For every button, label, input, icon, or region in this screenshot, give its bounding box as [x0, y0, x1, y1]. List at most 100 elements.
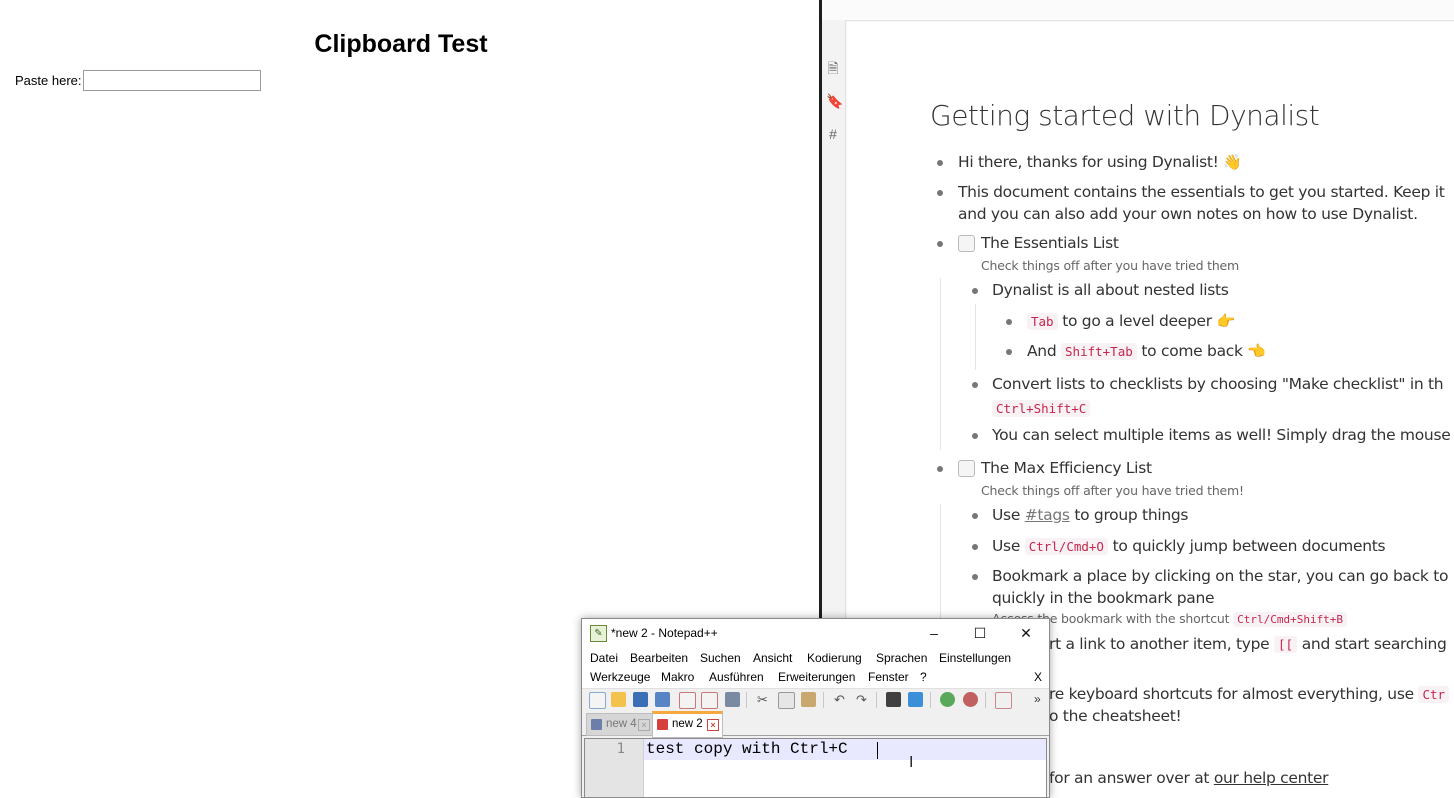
bullet[interactable] [972, 544, 978, 550]
shortcut-code: Ctrl/Cmd+O [1025, 538, 1108, 555]
item-note[interactable]: Check things off after you have tried th… [981, 258, 1239, 273]
item-text: rt a link to another item, type [1049, 635, 1269, 653]
list-item-line[interactable]: Bookmark a place by clicking on the star… [992, 567, 1448, 585]
list-item[interactable]: You can select multiple items as well! S… [992, 426, 1450, 444]
menu-erweiterungen[interactable]: Erweiterungen [778, 670, 855, 684]
close-icon[interactable] [679, 692, 696, 709]
tab-close-icon[interactable]: × [707, 719, 719, 731]
toolbar-separator [985, 692, 986, 708]
save-all-icon[interactable] [655, 692, 670, 707]
menu-ansicht[interactable]: Ansicht [753, 651, 792, 665]
menu-sprachen[interactable]: Sprachen [876, 651, 927, 665]
paste-icon[interactable] [801, 692, 816, 707]
bullet[interactable] [937, 190, 943, 196]
toolbar-overflow-icon[interactable]: » [1034, 692, 1049, 707]
replace-icon[interactable] [908, 692, 923, 707]
bullet[interactable] [1006, 319, 1012, 325]
item-text: Use [992, 537, 1020, 555]
list-item[interactable]: Dynalist is all about nested lists [992, 281, 1229, 299]
list-item[interactable]: Tab to go a level deeper 👉 [1027, 312, 1235, 330]
menu-ausfuehren[interactable]: Ausführen [709, 670, 764, 684]
list-item[interactable]: Use #tags to group things [992, 506, 1188, 524]
paste-input[interactable] [83, 70, 261, 91]
list-item-partial[interactable]: for an answer over at our help center [1049, 769, 1328, 787]
minimize-button[interactable]: – [911, 619, 957, 648]
editor-area[interactable]: 1 test copy with Ctrl+C I [584, 738, 1047, 798]
line-number: 1 [585, 741, 625, 757]
dynalist-topbar [822, 0, 1454, 21]
hashtag-icon[interactable]: # [826, 126, 840, 142]
close-all-icon[interactable] [701, 692, 718, 709]
list-item-line[interactable]: Ctrl+Shift+C [992, 399, 1090, 417]
menu-datei[interactable]: Datei [590, 651, 618, 665]
list-item[interactable]: And Shift+Tab to come back 👈 [1027, 342, 1266, 360]
document-icon[interactable]: 🗎 [826, 60, 840, 76]
menu-einstellungen[interactable]: Einstellungen [939, 651, 1011, 665]
menu-suchen[interactable]: Suchen [700, 651, 741, 665]
new-file-icon[interactable] [589, 692, 606, 709]
document-title[interactable]: Getting started with Dynalist [930, 99, 1319, 132]
save-icon[interactable] [633, 692, 648, 707]
bullet[interactable] [972, 288, 978, 294]
tab-new-4[interactable]: new 4 × [586, 713, 653, 736]
list-item-partial[interactable]: re keyboard shortcuts for almost everyth… [1049, 685, 1449, 703]
item-note[interactable]: Check things off after you have tried th… [981, 483, 1244, 498]
item-text: for an answer over at [1049, 769, 1209, 787]
menu-bearbeiten[interactable]: Bearbeiten [630, 651, 688, 665]
sync-view-icon[interactable] [995, 692, 1012, 709]
checklist-title[interactable]: The Essentials List [981, 234, 1119, 252]
line-number-gutter: 1 [585, 739, 644, 798]
bullet[interactable] [972, 574, 978, 580]
tab-new-2[interactable]: new 2 × [652, 711, 723, 738]
tag-link[interactable]: #tags [1025, 506, 1070, 524]
list-item-line[interactable]: quickly in the bookmark pane [992, 589, 1214, 607]
list-item-line[interactable]: and you can also add your own notes on h… [958, 205, 1418, 223]
menu-werkzeuge[interactable]: Werkzeuge [590, 670, 650, 684]
help-center-link[interactable]: our help center [1214, 769, 1328, 787]
print-icon[interactable] [725, 692, 740, 707]
undo-icon[interactable]: ↶ [832, 692, 847, 707]
zoom-in-icon[interactable] [940, 692, 955, 707]
find-icon[interactable] [886, 692, 901, 707]
menu-bar: Datei Bearbeiten Suchen Ansicht Kodierun… [582, 648, 1049, 688]
copy-icon[interactable] [778, 692, 795, 709]
bullet[interactable] [937, 466, 943, 472]
item-text: to come back [1141, 342, 1242, 360]
list-item[interactable]: Hi there, thanks for using Dynalist! 👋 [958, 153, 1242, 171]
close-document-button[interactable]: X [1034, 670, 1042, 684]
bullet[interactable] [972, 382, 978, 388]
toolbar-separator [823, 692, 824, 708]
open-file-icon[interactable] [611, 692, 626, 707]
tab-label: new 4 [606, 714, 637, 735]
redo-icon[interactable]: ↷ [854, 692, 869, 707]
shortcut-code: [[ [1274, 636, 1297, 653]
list-item-partial[interactable]: rt a link to another item, type [[ and s… [1049, 635, 1447, 653]
bullet[interactable] [1006, 349, 1012, 355]
list-item-partial[interactable]: o the cheatsheet! [1049, 707, 1181, 725]
bullet[interactable] [972, 433, 978, 439]
maximize-button[interactable]: ☐ [957, 619, 1003, 648]
bullet[interactable] [937, 160, 943, 166]
checkbox[interactable] [958, 460, 975, 477]
bullet[interactable] [937, 241, 943, 247]
menu-kodierung[interactable]: Kodierung [807, 651, 862, 665]
zoom-out-icon[interactable] [963, 692, 978, 707]
text-caret [877, 742, 878, 759]
title-bar[interactable]: ✎ *new 2 - Notepad++ – ☐ ✕ [582, 619, 1049, 648]
close-button[interactable]: ✕ [1003, 619, 1049, 648]
menu-makro[interactable]: Makro [661, 670, 694, 684]
notepad-window[interactable]: ✎ *new 2 - Notepad++ – ☐ ✕ Datei Bearbei… [581, 618, 1050, 798]
list-item-line[interactable]: This document contains the essentials to… [958, 183, 1445, 201]
item-text: to go a level deeper [1062, 312, 1212, 330]
menu-help[interactable]: ? [920, 670, 927, 684]
list-item[interactable]: Use Ctrl/Cmd+O to quickly jump between d… [992, 537, 1385, 555]
list-item-line[interactable]: Convert lists to checklists by choosing … [992, 375, 1443, 393]
bookmark-icon[interactable]: 🔖 [826, 93, 840, 109]
menu-fenster[interactable]: Fenster [868, 670, 909, 684]
editor-line-text[interactable]: test copy with Ctrl+C [646, 740, 848, 758]
bullet[interactable] [972, 513, 978, 519]
checkbox[interactable] [958, 235, 975, 252]
tab-close-icon[interactable]: × [638, 719, 650, 731]
checklist-title[interactable]: The Max Efficiency List [981, 459, 1152, 477]
cut-icon[interactable]: ✂ [755, 692, 770, 707]
